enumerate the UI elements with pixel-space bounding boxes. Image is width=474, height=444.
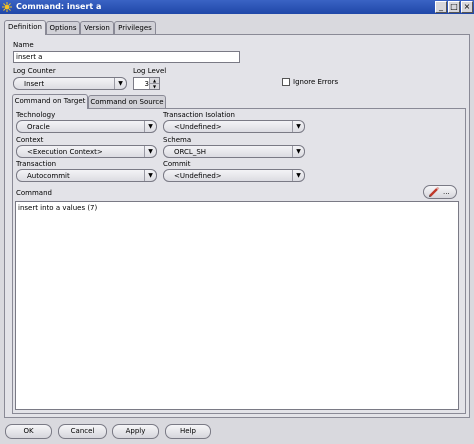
minimize-button[interactable]: _ bbox=[435, 1, 447, 13]
chevron-down-icon: ▼ bbox=[144, 121, 156, 132]
context-label: Context bbox=[16, 136, 44, 144]
transaction-value: Autocommit bbox=[27, 172, 70, 180]
transaction-label: Transaction bbox=[16, 160, 57, 168]
log-level-label: Log Level bbox=[133, 67, 167, 75]
transaction-select[interactable]: Autocommit ▼ bbox=[16, 169, 157, 182]
transaction-isolation-label: Transaction Isolation bbox=[163, 111, 235, 119]
tab-definition[interactable]: Definition bbox=[4, 20, 46, 35]
schema-label: Schema bbox=[163, 136, 192, 144]
schema-value: ORCL_SH bbox=[174, 148, 207, 156]
chevron-down-icon: ▼ bbox=[114, 78, 126, 89]
context-select[interactable]: <Execution Context> ▼ bbox=[16, 145, 157, 158]
transaction-isolation-select[interactable]: <Undefined> ▼ bbox=[163, 120, 305, 133]
name-field[interactable]: insert a bbox=[13, 51, 240, 63]
tab-privileges[interactable]: Privileges bbox=[114, 21, 156, 35]
help-button[interactable]: Help bbox=[165, 424, 211, 439]
ignore-errors-checkbox[interactable] bbox=[282, 78, 290, 86]
ignore-errors-label: Ignore Errors bbox=[293, 78, 339, 86]
transaction-isolation-value: <Undefined> bbox=[174, 123, 222, 131]
log-counter-select[interactable]: Insert ▼ bbox=[13, 77, 127, 90]
window-titlebar: Command: insert a _ □ × bbox=[0, 0, 474, 14]
sun-icon bbox=[2, 2, 12, 12]
context-value: <Execution Context> bbox=[27, 148, 103, 156]
spin-down-icon[interactable]: ▼ bbox=[149, 84, 159, 89]
command-label: Command bbox=[16, 189, 52, 197]
commit-value: <Undefined> bbox=[174, 172, 222, 180]
log-counter-label: Log Counter bbox=[13, 67, 56, 75]
chevron-down-icon: ▼ bbox=[292, 146, 304, 157]
log-level-spinner[interactable]: 3 ▲ ▼ bbox=[133, 77, 160, 90]
chevron-down-icon: ▼ bbox=[292, 121, 304, 132]
subtab-command-on-source[interactable]: Command on Source bbox=[88, 95, 166, 109]
tab-options[interactable]: Options bbox=[46, 21, 80, 35]
technology-value: Oracle bbox=[27, 123, 50, 131]
name-label: Name bbox=[13, 41, 34, 49]
schema-select[interactable]: ORCL_SH ▼ bbox=[163, 145, 305, 158]
maximize-button[interactable]: □ bbox=[448, 1, 460, 13]
apply-button[interactable]: Apply bbox=[112, 424, 159, 439]
subtab-command-on-target[interactable]: Command on Target bbox=[12, 94, 88, 109]
chevron-down-icon: ▼ bbox=[144, 146, 156, 157]
technology-label: Technology bbox=[16, 111, 56, 119]
edit-button-label: ... bbox=[443, 188, 450, 196]
log-counter-value: Insert bbox=[24, 80, 45, 88]
tab-version[interactable]: Version bbox=[80, 21, 114, 35]
edit-command-button[interactable]: ... bbox=[423, 185, 457, 199]
commit-label: Commit bbox=[163, 160, 191, 168]
cancel-button[interactable]: Cancel bbox=[58, 424, 107, 439]
technology-select[interactable]: Oracle ▼ bbox=[16, 120, 157, 133]
command-textarea[interactable]: insert into a values (7) bbox=[15, 201, 459, 410]
ok-button[interactable]: OK bbox=[5, 424, 52, 439]
chevron-down-icon: ▼ bbox=[144, 170, 156, 181]
commit-select[interactable]: <Undefined> ▼ bbox=[163, 169, 305, 182]
close-button[interactable]: × bbox=[461, 1, 473, 13]
window-title: Command: insert a bbox=[16, 2, 102, 11]
chevron-down-icon: ▼ bbox=[292, 170, 304, 181]
